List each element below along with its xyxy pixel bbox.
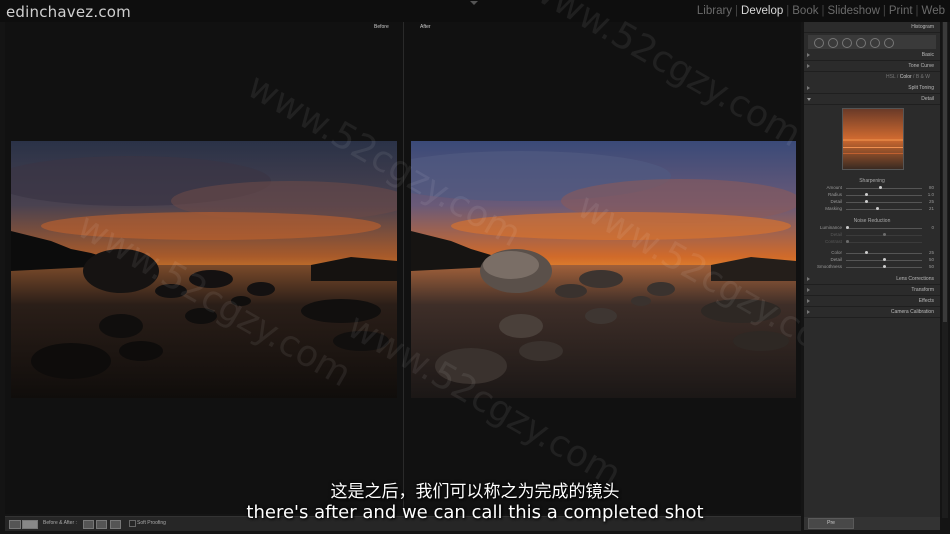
histogram-header[interactable]: Histogram	[804, 22, 940, 33]
nr-contrast-slider[interactable]: Contrast	[812, 239, 936, 245]
slider-knob	[883, 258, 886, 261]
panel-transform[interactable]: Transform	[804, 285, 940, 296]
hsl-tabs: HSL / Color / B & W	[885, 74, 930, 80]
after-label: After	[420, 24, 431, 30]
panel-detail[interactable]: Detail	[804, 94, 940, 105]
before-photo[interactable]	[11, 141, 397, 398]
module-print[interactable]: Print	[888, 5, 914, 17]
slider-knob	[883, 233, 886, 236]
tool-strip	[808, 35, 936, 49]
spot-removal-tool-icon[interactable]	[828, 38, 838, 48]
panel-basic[interactable]: Basic	[804, 50, 940, 61]
radial-filter-tool-icon[interactable]	[870, 38, 880, 48]
after-photo[interactable]	[411, 141, 796, 398]
nr-luminance-slider[interactable]: Luminance 0	[812, 225, 936, 231]
tab-bw[interactable]: B & W	[916, 74, 930, 80]
before-label: Before	[374, 24, 389, 30]
slider-knob	[846, 226, 849, 229]
sharpening-radius-slider[interactable]: Radius 1.0	[812, 192, 936, 198]
top-bar: edinchavez.com Library | Develop | Book | Slid…	[0, 0, 950, 22]
nr-color-slider[interactable]: Color 25	[812, 250, 936, 256]
panel-scrollbar-thumb[interactable]	[943, 22, 947, 322]
slider-knob	[864, 251, 868, 254]
slider-knob	[883, 265, 886, 268]
module-picker: Library | Develop | Book | Slideshow | Print | Web	[696, 5, 946, 17]
module-slideshow[interactable]: Slideshow	[826, 5, 880, 17]
panel-camera-calibration[interactable]: Camera Calibration	[804, 307, 940, 318]
nr-color-detail-slider[interactable]: Detail 50	[812, 257, 936, 263]
sharpening-masking-slider[interactable]: Masking 21	[812, 206, 936, 212]
slider-knob	[864, 200, 868, 203]
module-web[interactable]: Web	[921, 5, 946, 17]
slider-knob	[875, 207, 879, 210]
slider-knob	[864, 193, 868, 196]
tab-color[interactable]: Color	[900, 74, 912, 80]
panel-lens-corrections[interactable]: Lens Corrections	[804, 274, 940, 285]
subtitle-chinese: 这是之后，我们可以称之为完成的镜头	[330, 482, 620, 502]
panel-tone-curve[interactable]: Tone Curve	[804, 61, 940, 72]
develop-right-panel: Histogram Basic Tone Curve HSL / Color /…	[804, 22, 940, 518]
detail-preview[interactable]	[842, 108, 904, 170]
adjustment-brush-tool-icon[interactable]	[884, 38, 894, 48]
identity-plate: edinchavez.com	[6, 3, 131, 21]
slider-knob	[846, 240, 849, 243]
subtitle-english: there's after and we can call this a com…	[246, 502, 704, 523]
noise-reduction-title: Noise Reduction	[853, 218, 891, 224]
sharpening-title: Sharpening	[859, 178, 885, 184]
panel-effects[interactable]: Effects	[804, 296, 940, 307]
red-eye-tool-icon[interactable]	[842, 38, 852, 48]
module-develop[interactable]: Develop	[740, 5, 784, 17]
nr-luminance-detail-slider[interactable]: Detail	[812, 232, 936, 238]
panel-split-toning[interactable]: Split Toning	[804, 83, 940, 94]
before-after-divider	[403, 22, 404, 514]
sharpening-amount-slider[interactable]: Amount 80	[812, 185, 936, 191]
sharpening-detail-slider[interactable]: Detail 25	[812, 199, 936, 205]
collapse-top-panel-icon[interactable]	[470, 1, 478, 5]
graduated-filter-tool-icon[interactable]	[856, 38, 866, 48]
module-book[interactable]: Book	[791, 5, 819, 17]
crop-tool-icon[interactable]	[814, 38, 824, 48]
tab-hsl[interactable]: HSL	[886, 74, 896, 80]
nr-smoothness-slider[interactable]: Smoothness 50	[812, 264, 936, 270]
module-library[interactable]: Library	[696, 5, 733, 17]
